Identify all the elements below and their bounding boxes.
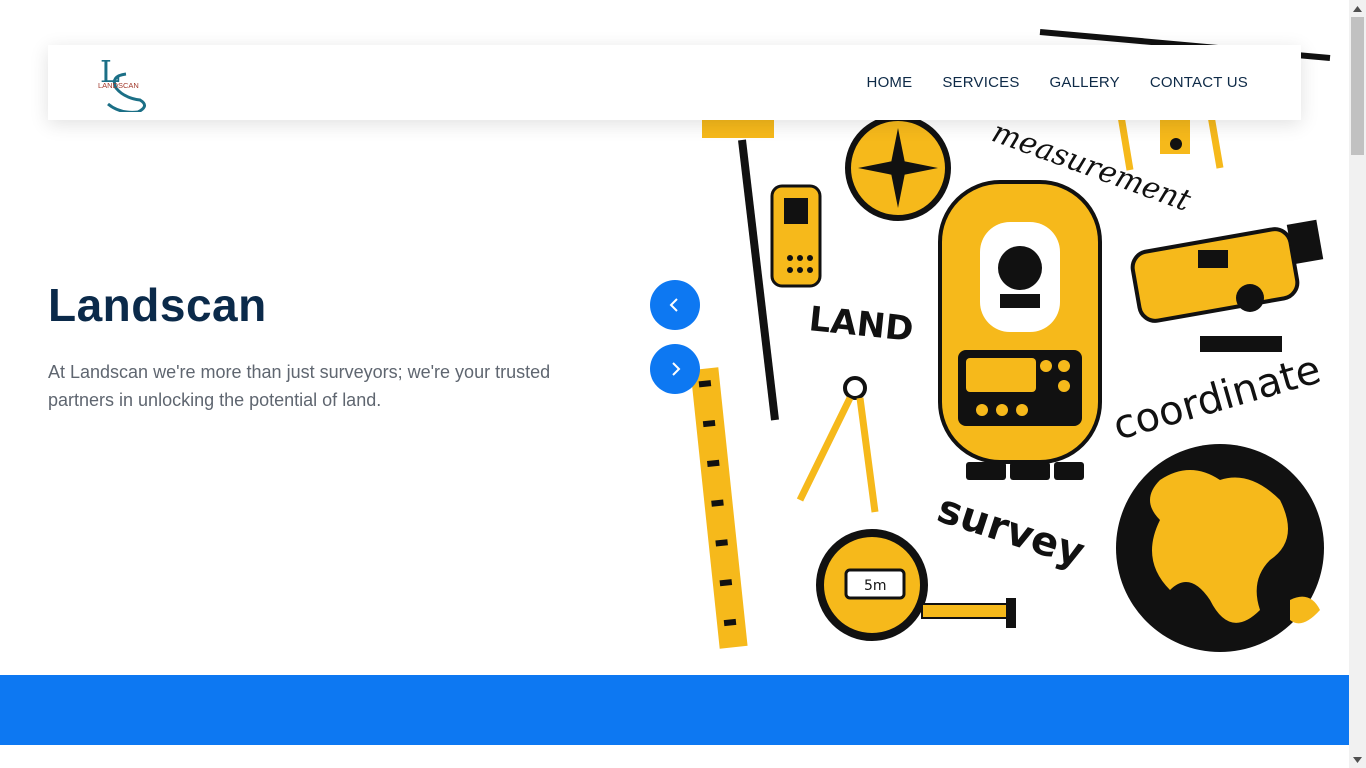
hero-description: At Landscan we're more than just surveyo…: [48, 362, 551, 410]
hero-title: Landscan: [48, 279, 267, 331]
illustration-word-survey: survey: [932, 486, 1090, 577]
caret-up-icon: [1353, 5, 1362, 12]
carousel-next-button[interactable]: [650, 344, 700, 394]
automatic-level-icon: [1130, 219, 1324, 352]
chevron-left-icon: [669, 298, 678, 312]
blue-section-band: [0, 675, 1349, 745]
navbar: L LANDSCAN HOME SERVICES GALLERY CONTACT…: [48, 45, 1301, 120]
nav-services[interactable]: SERVICES: [942, 74, 1019, 91]
nav-home[interactable]: HOME: [867, 74, 913, 91]
globe-icon: [1116, 444, 1324, 652]
scroll-up-arrow[interactable]: [1349, 0, 1366, 17]
total-station-icon: [938, 180, 1102, 480]
nav-contact-us[interactable]: CONTACT US: [1150, 74, 1248, 91]
nav-gallery[interactable]: GALLERY: [1050, 74, 1120, 91]
scrollbar-thumb[interactable]: [1351, 17, 1364, 155]
chevron-right-icon: [672, 362, 681, 376]
caret-down-icon: [1353, 756, 1362, 763]
logo-mark-icon: L LANDSCAN: [98, 55, 146, 114]
svg-text:LANDSCAN: LANDSCAN: [98, 81, 139, 90]
compass-icon: [845, 115, 951, 221]
leveling-staff-icon: [690, 367, 748, 649]
page-scrollbar[interactable]: [1349, 0, 1366, 768]
logo[interactable]: L LANDSCAN: [98, 54, 150, 114]
divider-tool-icon: [796, 376, 879, 513]
tape-label: 5m: [864, 578, 887, 594]
tape-measure-icon: 5m: [816, 529, 1016, 641]
illustration-word-land: LAND: [807, 299, 915, 350]
handheld-controller-icon: [770, 184, 822, 288]
nav-menu: HOME SERVICES GALLERY CONTACT US: [867, 74, 1248, 91]
carousel-prev-button[interactable]: [650, 280, 700, 330]
illustration-word-coordinate: coordinate: [1108, 347, 1326, 450]
scroll-down-arrow[interactable]: [1349, 751, 1366, 768]
